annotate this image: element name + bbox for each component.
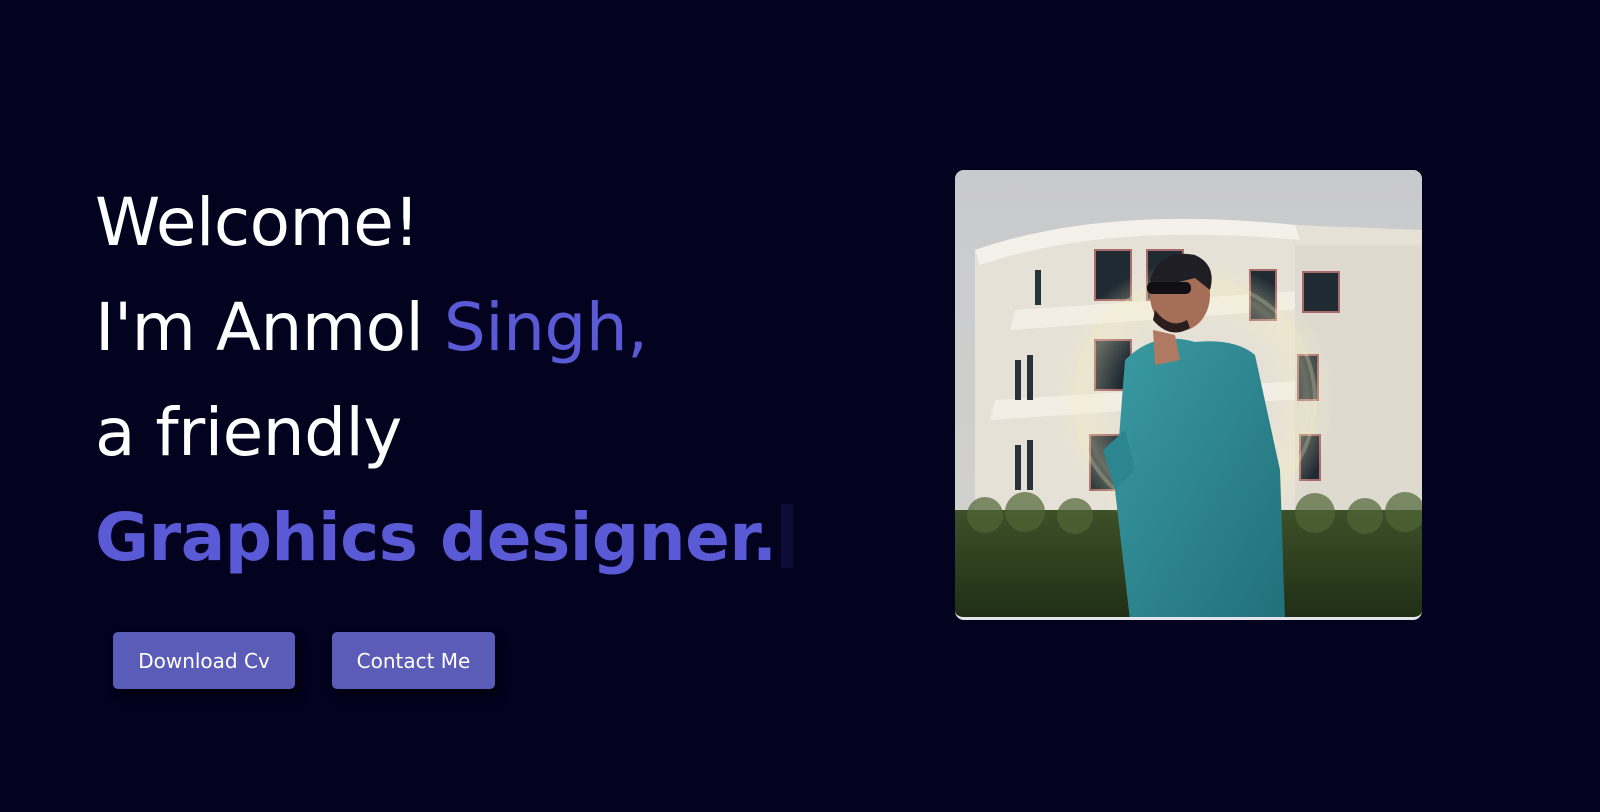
- name-line: I'm Anmol Singh,: [95, 275, 855, 380]
- role-text: Graphics designer.: [95, 499, 777, 576]
- cta-buttons: Download Cv Contact Me: [113, 632, 495, 689]
- welcome-line: Welcome!: [95, 184, 420, 261]
- hero-section: Welcome! I'm Anmol Singh, a friendly Gra…: [0, 0, 1600, 812]
- typing-caret: [780, 504, 793, 568]
- role-line: Graphics designer.: [95, 485, 855, 590]
- tagline-line: a friendly: [95, 394, 402, 471]
- download-cv-button[interactable]: Download Cv: [113, 632, 295, 689]
- name-accent: Singh,: [443, 289, 648, 366]
- contact-me-button[interactable]: Contact Me: [332, 632, 495, 689]
- hero-heading: Welcome! I'm Anmol Singh, a friendly Gra…: [95, 170, 855, 590]
- profile-photo: [955, 170, 1422, 620]
- name-line-prefix: I'm Anmol: [95, 289, 444, 366]
